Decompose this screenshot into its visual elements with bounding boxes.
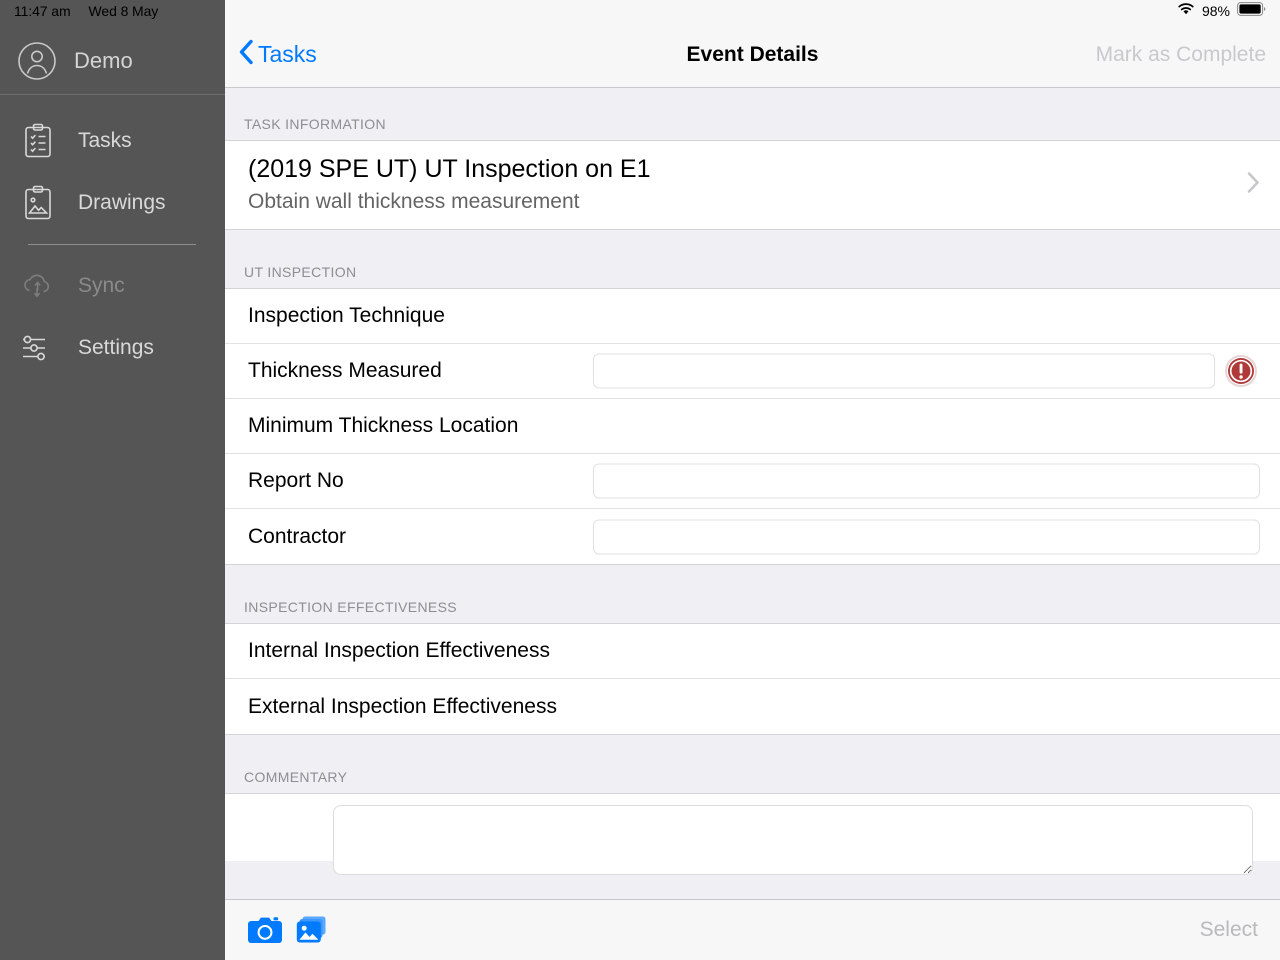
thickness-measured-input[interactable]: [593, 353, 1215, 389]
contractor-input[interactable]: [593, 519, 1260, 554]
account-row[interactable]: Demo: [0, 30, 225, 92]
app-screen: 11:47 am Wed 8 May Demo Tasks Drawings S…: [0, 0, 1280, 960]
battery-percent: 98%: [1201, 3, 1230, 19]
sidebar-item-tasks[interactable]: Tasks: [0, 110, 225, 172]
status-time: 11:47 am: [14, 3, 71, 19]
row-minimum-thickness-location[interactable]: Minimum Thickness Location: [225, 399, 1280, 454]
back-button-label: Tasks: [258, 41, 317, 67]
task-row[interactable]: (2019 SPE UT) UT Inspection on E1 Obtain…: [225, 141, 1280, 229]
row-contractor[interactable]: Contractor: [225, 509, 1280, 564]
row-label: Minimum Thickness Location: [248, 414, 519, 437]
sidebar-item-settings[interactable]: Settings: [0, 317, 225, 379]
row-external-inspection-effectiveness[interactable]: External Inspection Effectiveness: [225, 679, 1280, 734]
row-report-no[interactable]: Report No: [225, 454, 1280, 509]
sidebar: 11:47 am Wed 8 May Demo Tasks Drawings S…: [0, 0, 225, 960]
row-thickness-measured[interactable]: Thickness Measured: [225, 344, 1280, 399]
ut-inspection-card: Inspection Technique Thickness Measured: [225, 288, 1280, 565]
sidebar-item-sync[interactable]: Sync: [0, 255, 225, 317]
person-circle-icon: [17, 41, 57, 81]
inspection-effectiveness-card: Internal Inspection Effectiveness Extern…: [225, 623, 1280, 735]
exclamation-circle-icon[interactable]: [1225, 355, 1257, 387]
sidebar-item-label: Drawings: [78, 191, 166, 214]
sidebar-item-label: Settings: [78, 336, 154, 359]
section-header-inspection-effectiveness: INSPECTION EFFECTIVENESS: [225, 565, 1280, 623]
battery-full-icon: [1237, 1, 1266, 21]
row-label: Report No: [248, 469, 344, 492]
chevron-left-icon: [239, 39, 254, 70]
select-button[interactable]: Select: [1200, 918, 1258, 942]
photo-library-icon[interactable]: [296, 915, 328, 945]
cloud-sync-icon: [20, 267, 56, 305]
row-label: Contractor: [248, 524, 347, 548]
attachment-buttons: [247, 915, 328, 945]
commentary-card: [225, 793, 1280, 875]
detail-scroll-area[interactable]: TASK INFORMATION (2019 SPE UT) UT Inspec…: [225, 89, 1280, 960]
sidebar-divider-top: [0, 94, 225, 95]
navigation-bar: Tasks Event Details Mark as Complete: [225, 22, 1280, 88]
row-label: Inspection Technique: [248, 304, 445, 327]
section-header-ut-inspection: UT INSPECTION: [225, 230, 1280, 288]
mark-as-complete-button[interactable]: Mark as Complete: [1096, 43, 1266, 67]
account-name: Demo: [74, 48, 133, 73]
report-no-input[interactable]: [593, 463, 1260, 499]
section-header-task-information: TASK INFORMATION: [225, 89, 1280, 140]
row-label: Internal Inspection Effectiveness: [248, 639, 550, 662]
commentary-textarea[interactable]: [333, 805, 1253, 875]
wifi-icon: [1177, 2, 1195, 21]
chevron-right-icon: [1247, 172, 1260, 199]
detail-pane: 98% Tasks Event Details Mark as Complete…: [225, 0, 1280, 960]
task-information-card: (2019 SPE UT) UT Inspection on E1 Obtain…: [225, 140, 1280, 230]
camera-icon[interactable]: [247, 915, 283, 945]
row-internal-inspection-effectiveness[interactable]: Internal Inspection Effectiveness: [225, 624, 1280, 679]
sidebar-item-label: Tasks: [78, 129, 132, 152]
sidebar-item-drawings[interactable]: Drawings: [0, 172, 225, 234]
sidebar-divider-middle: [28, 244, 196, 245]
row-inspection-technique[interactable]: Inspection Technique: [225, 289, 1280, 344]
row-label: External Inspection Effectiveness: [248, 694, 557, 718]
sidebar-nav: Tasks Drawings Sync Settings: [0, 110, 225, 379]
back-button[interactable]: Tasks: [239, 39, 317, 70]
clipboard-image-icon: [20, 184, 56, 222]
sidebar-item-label: Sync: [78, 274, 125, 297]
bottom-toolbar: Select: [225, 899, 1280, 960]
status-bar-right: 98%: [225, 0, 1280, 22]
status-date: Wed 8 May: [88, 3, 159, 19]
task-subtitle: Obtain wall thickness measurement: [248, 190, 580, 214]
clipboard-checklist-icon: [20, 122, 56, 160]
sliders-icon: [20, 329, 56, 367]
row-label: Thickness Measured: [248, 359, 442, 382]
task-title: (2019 SPE UT) UT Inspection on E1: [248, 155, 651, 184]
status-bar-left: 11:47 am Wed 8 May: [0, 0, 225, 22]
section-header-commentary: COMMENTARY: [225, 735, 1280, 793]
